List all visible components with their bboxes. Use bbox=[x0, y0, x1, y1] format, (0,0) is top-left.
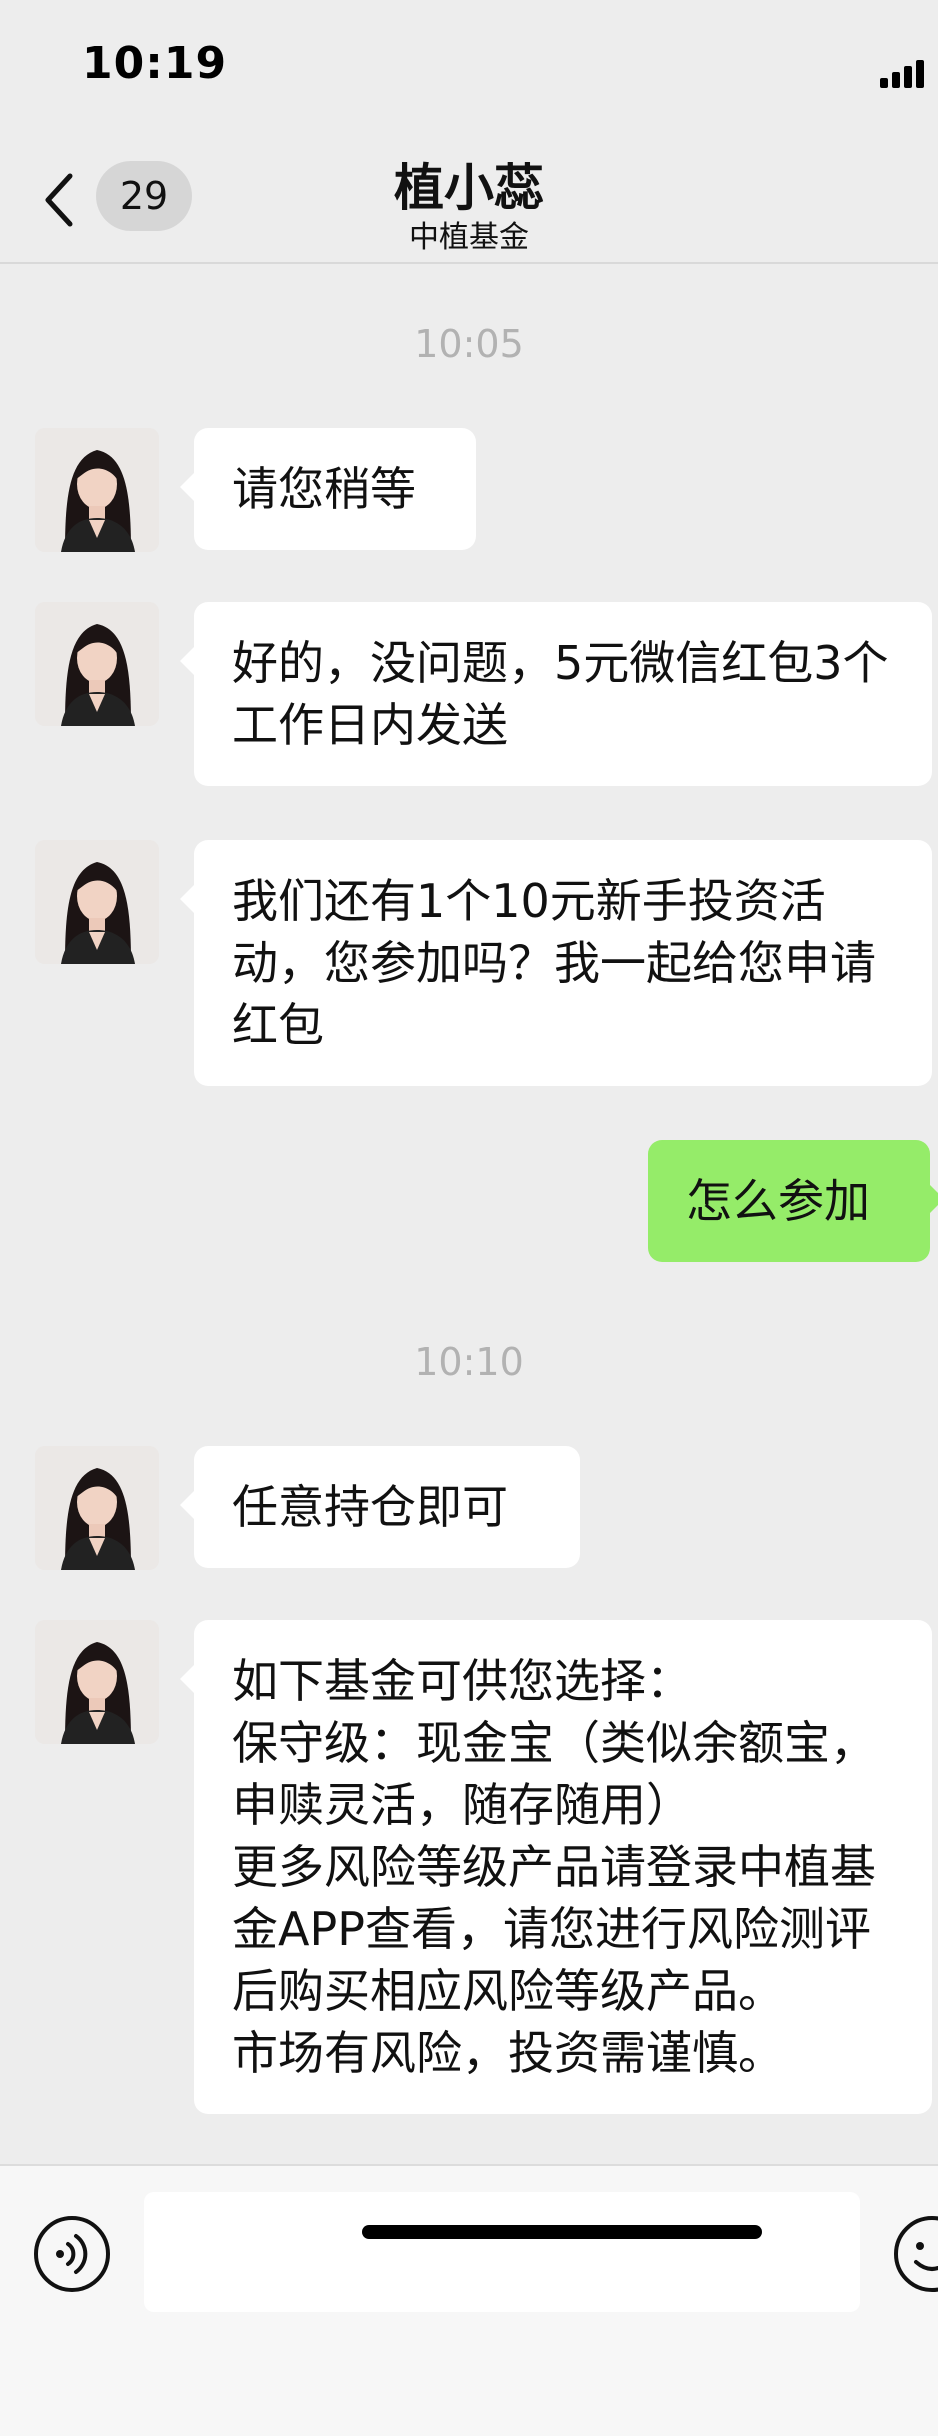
signal-icon bbox=[880, 60, 924, 88]
incoming-message-bubble[interactable]: 如下基金可供您选择： 保守级：现金宝（类似余额宝，申赎灵活，随存随用） 更多风险… bbox=[180, 1620, 932, 2114]
avatar[interactable] bbox=[35, 602, 159, 726]
emoji-icon[interactable] bbox=[892, 2214, 938, 2294]
home-indicator[interactable] bbox=[362, 2225, 762, 2239]
chat-input-bar bbox=[0, 2164, 938, 2436]
status-bar: 10:19 bbox=[0, 0, 938, 130]
status-time: 10:19 bbox=[82, 38, 228, 89]
avatar[interactable] bbox=[35, 428, 159, 552]
avatar-portrait-icon bbox=[35, 428, 159, 552]
avatar-portrait-icon bbox=[35, 840, 159, 964]
message-timestamp: 10:10 bbox=[414, 1340, 524, 1384]
avatar-portrait-icon bbox=[35, 602, 159, 726]
message-input[interactable] bbox=[144, 2192, 860, 2312]
voice-icon[interactable] bbox=[32, 2214, 112, 2294]
chat-header: 29 植小蕊 中植基金 bbox=[0, 130, 938, 264]
incoming-message-bubble[interactable]: 我们还有1个10元新手投资活动，您参加吗？我一起给您申请红包 bbox=[180, 840, 932, 1086]
chat-subtitle: 中植基金 bbox=[409, 220, 529, 255]
avatar[interactable] bbox=[35, 1620, 159, 1744]
chat-title: 植小蕊 bbox=[394, 159, 544, 217]
avatar-portrait-icon bbox=[35, 1446, 159, 1570]
incoming-message-bubble[interactable]: 请您稍等 bbox=[180, 428, 476, 550]
chat-screen: 10:19 29 植小蕊 中植基金 10:05 请您稍等 好的，没问题，5元微信… bbox=[0, 0, 938, 2436]
outgoing-message-bubble[interactable]: 怎么参加 bbox=[648, 1140, 938, 1262]
incoming-message-bubble[interactable]: 任意持仓即可 bbox=[180, 1446, 580, 1568]
avatar[interactable] bbox=[35, 1446, 159, 1570]
avatar-portrait-icon bbox=[35, 1620, 159, 1744]
message-timestamp: 10:05 bbox=[414, 322, 524, 366]
avatar[interactable] bbox=[35, 840, 159, 964]
incoming-message-bubble[interactable]: 好的，没问题，5元微信红包3个工作日内发送 bbox=[180, 602, 932, 786]
